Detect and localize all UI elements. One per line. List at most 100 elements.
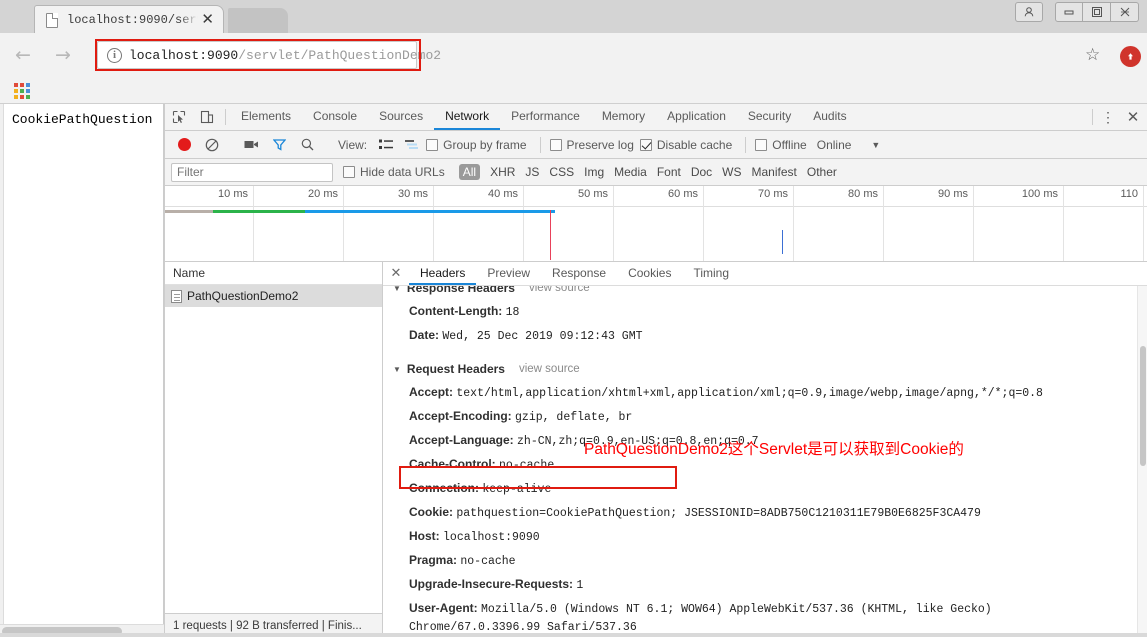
apps-grid-icon[interactable] xyxy=(14,83,30,99)
filter-type-other[interactable]: Other xyxy=(807,165,837,179)
site-info-icon[interactable]: i xyxy=(107,47,122,63)
hide-data-urls-checkbox[interactable]: Hide data URLs xyxy=(343,165,445,179)
preserve-log-checkbox[interactable]: Preserve log xyxy=(549,138,634,152)
close-window-icon[interactable] xyxy=(1111,2,1139,22)
timeline-dom-content-loaded-line xyxy=(550,210,551,260)
disable-cache-checkbox[interactable]: Disable cache xyxy=(639,138,732,152)
devtools-close-icon[interactable]: ✕ xyxy=(1119,104,1147,130)
new-tab-button[interactable] xyxy=(228,8,288,33)
network-timeline-overview[interactable]: 10 ms 20 ms 30 ms 40 ms 50 ms 60 ms 70 m… xyxy=(165,186,1147,262)
controls-divider-4 xyxy=(745,136,747,153)
view-waterfall-icon[interactable] xyxy=(400,134,424,156)
filter-type-css[interactable]: CSS xyxy=(549,165,574,179)
bookmark-star-icon[interactable]: ☆ xyxy=(1085,45,1100,65)
group-by-frame-label: Group by frame xyxy=(443,137,527,152)
filter-type-xhr[interactable]: XHR xyxy=(490,165,515,179)
clear-icon[interactable] xyxy=(199,132,225,158)
devtools-tab-application[interactable]: Application xyxy=(656,104,737,130)
devtools-tab-console[interactable]: Console xyxy=(302,104,368,130)
forward-icon[interactable]: → xyxy=(50,41,76,69)
detail-tab-cookies[interactable]: Cookies xyxy=(617,262,682,285)
filter-icon[interactable] xyxy=(266,132,292,158)
record-button[interactable] xyxy=(171,132,197,158)
back-icon[interactable]: ← xyxy=(10,41,36,69)
devtools-tab-audits[interactable]: Audits xyxy=(802,104,857,130)
group-by-frame-checkbox[interactable]: Group by frame xyxy=(426,137,527,152)
view-list-icon[interactable] xyxy=(374,134,398,156)
devtools-tab-sources[interactable]: Sources xyxy=(368,104,434,130)
throttling-select[interactable]: Online xyxy=(817,138,852,152)
devtools-panel: Elements Console Sources Network Perform… xyxy=(164,104,1147,637)
filter-type-img[interactable]: Img xyxy=(584,165,604,179)
address-bar-url: localhost:9090/servlet/PathQuestionDemo2 xyxy=(129,47,442,63)
browser-tab[interactable]: localhost:9090/servlet ✕ xyxy=(34,5,224,33)
devtools-more-icon[interactable]: ⋮ xyxy=(1097,104,1119,130)
extension-icon[interactable] xyxy=(1120,46,1141,67)
detail-tab-response[interactable]: Response xyxy=(541,262,617,285)
offline-box[interactable] xyxy=(755,138,768,151)
request-list: Name PathQuestionDemo2 1 requests | 92 B… xyxy=(165,262,383,637)
devtools-tab-performance[interactable]: Performance xyxy=(500,104,591,130)
filter-input[interactable] xyxy=(171,162,333,182)
hide-data-urls-box[interactable] xyxy=(343,166,355,178)
column-header-name: Name xyxy=(173,266,206,280)
disable-cache-box[interactable] xyxy=(639,138,652,151)
filter-type-ws[interactable]: WS xyxy=(722,165,741,179)
filter-type-font[interactable]: Font xyxy=(657,165,681,179)
close-tab-icon[interactable]: ✕ xyxy=(198,12,217,27)
filter-type-doc[interactable]: Doc xyxy=(691,165,712,179)
chevron-down-icon[interactable]: ▼ xyxy=(393,286,401,293)
detail-tab-headers[interactable]: Headers xyxy=(409,262,477,285)
header-value: localhost:9090 xyxy=(443,531,540,544)
minimize-icon[interactable] xyxy=(1055,2,1083,22)
devtools-tab-security[interactable]: Security xyxy=(737,104,802,130)
user-profile-icon[interactable] xyxy=(1015,2,1043,22)
address-bar[interactable]: i localhost:9090/servlet/PathQuestionDem… xyxy=(97,41,441,69)
header-row: Accept-Encoding: gzip, deflate, br xyxy=(393,405,1147,429)
detail-tab-preview[interactable]: Preview xyxy=(476,262,541,285)
request-view-source-link[interactable]: view source xyxy=(519,363,580,375)
window-controls xyxy=(1015,2,1139,22)
request-rows: PathQuestionDemo2 xyxy=(165,285,382,613)
close-detail-icon[interactable]: ✕ xyxy=(383,262,409,285)
timeline-tick-20ms: 20 ms xyxy=(308,188,338,200)
devtools-tab-memory[interactable]: Memory xyxy=(591,104,656,130)
request-detail-panel: ✕ Headers Preview Response Cookies Timin… xyxy=(383,262,1147,637)
filter-type-media[interactable]: Media xyxy=(614,165,647,179)
maximize-icon[interactable] xyxy=(1083,2,1111,22)
search-icon[interactable] xyxy=(294,132,320,158)
chevron-down-icon[interactable]: ▼ xyxy=(871,140,880,150)
filter-type-js[interactable]: JS xyxy=(525,165,539,179)
header-row: Accept: text/html,application/xhtml+xml,… xyxy=(393,381,1147,405)
controls-divider-3 xyxy=(539,136,541,153)
capture-screenshots-icon[interactable] xyxy=(238,132,264,158)
timeline-tick-90ms: 90 ms xyxy=(938,188,968,200)
response-view-source-link[interactable]: view source xyxy=(529,286,590,294)
offline-checkbox[interactable]: Offline xyxy=(755,138,807,152)
chevron-down-icon[interactable]: ▼ xyxy=(393,365,401,374)
detail-scrollbar[interactable] xyxy=(1137,286,1147,637)
detail-tab-timing[interactable]: Timing xyxy=(682,262,740,285)
header-row: Content-Length: 18 xyxy=(393,300,1147,324)
devtools-tab-elements[interactable]: Elements xyxy=(230,104,302,130)
request-list-header[interactable]: Name xyxy=(165,262,382,285)
request-row-name: PathQuestionDemo2 xyxy=(187,289,299,303)
preserve-log-box[interactable] xyxy=(549,138,562,151)
network-filterbar: Hide data URLs All XHR JS CSS Img Media … xyxy=(165,159,1147,186)
devtools-tab-network[interactable]: Network xyxy=(434,104,501,130)
timeline-tick-40ms: 40 ms xyxy=(488,188,518,200)
header-value: gzip, deflate, br xyxy=(515,411,633,424)
request-row[interactable]: PathQuestionDemo2 xyxy=(165,285,382,307)
toggle-device-toolbar-icon[interactable] xyxy=(193,104,221,130)
browser-window: localhost:9090/servlet ✕ xyxy=(0,0,1147,637)
page-viewport: CookiePathQuestion xyxy=(0,104,164,637)
filter-type-manifest[interactable]: Manifest xyxy=(752,165,797,179)
request-headers-section[interactable]: ▼ Request Headers view source xyxy=(393,360,1147,381)
timeline-tick-100ms: 100 ms xyxy=(1021,188,1058,200)
response-headers-section[interactable]: ▼ Response Headers view source xyxy=(393,286,1147,300)
inspect-element-icon[interactable] xyxy=(165,104,193,130)
group-by-frame-box[interactable] xyxy=(426,138,439,151)
filter-type-all[interactable]: All xyxy=(458,164,481,180)
timeline-bar-download xyxy=(305,210,555,213)
header-row-cookie: Cookie: pathquestion=CookiePathQuestion;… xyxy=(393,501,1147,525)
